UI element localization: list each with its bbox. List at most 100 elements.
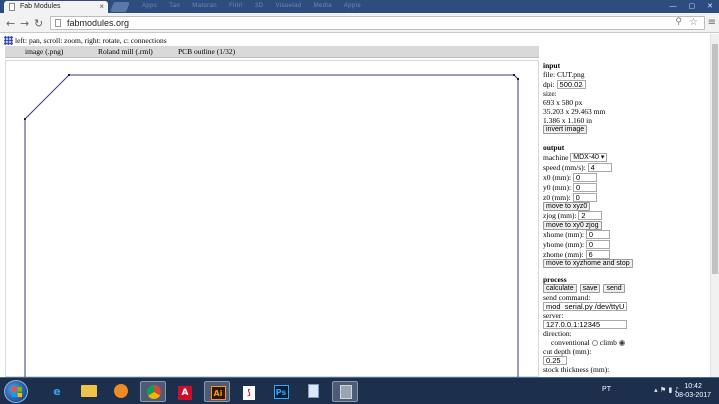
chevron-up-icon[interactable]: ▴ [654, 386, 658, 394]
dpi-input[interactable] [556, 80, 586, 89]
send-button[interactable]: send [603, 284, 625, 293]
taskbar-app-explorer[interactable] [76, 381, 102, 402]
z0-input[interactable] [572, 193, 597, 202]
new-tab-button[interactable] [110, 2, 130, 12]
toolpath-canvas[interactable] [5, 60, 539, 378]
y0-row: y0 (mm): [543, 183, 597, 193]
ghost-tab: Media [313, 3, 332, 9]
minimize-button[interactable]: — [670, 3, 677, 10]
maximize-button[interactable]: ▢ [689, 3, 696, 10]
media-player-icon [108, 381, 134, 402]
ghost-tab: 3D [254, 3, 264, 9]
page-scrollbar[interactable] [710, 34, 719, 377]
move-to-xy0-zjog-button[interactable]: move to xy0 zjog [543, 221, 602, 230]
taskbar-app-illustrator[interactable]: Ai [204, 381, 230, 402]
toolpath-svg [24, 74, 519, 378]
taskbar-app-ie[interactable]: e [44, 381, 70, 402]
zhome-input[interactable] [585, 250, 610, 259]
back-icon[interactable]: ← [6, 17, 15, 30]
reload-icon[interactable]: ↻ [34, 17, 43, 30]
network-icon[interactable]: ▮ [668, 386, 672, 394]
language-indicator[interactable]: PT [602, 386, 611, 393]
cut-depth-input[interactable] [543, 356, 567, 365]
flag-icon[interactable]: ⚑ [660, 386, 666, 394]
menu-icon[interactable]: ≡ [708, 17, 716, 28]
pdf-icon: ⟆ [236, 381, 262, 402]
calculator-icon [333, 382, 359, 403]
star-icon[interactable]: ☆ [689, 17, 698, 28]
y0-label: y0 (mm): [543, 183, 572, 192]
taskbar-app-pdf[interactable]: ⟆ [236, 381, 262, 402]
start-button[interactable] [4, 380, 28, 403]
scrollbar-thumb[interactable] [712, 44, 718, 274]
browser-tab[interactable]: Fab Modules × [4, 1, 108, 13]
browser-tabstrip: Fab Modules × Apps Tan Maturan Filtri 3D… [0, 0, 719, 13]
clock-date: 08-03-2017 [675, 392, 711, 399]
ghost-tab: Apps [142, 3, 158, 9]
taskbar-app-chrome[interactable] [140, 381, 166, 402]
x0-input[interactable] [573, 173, 597, 182]
chevron-down-icon: ▾ [600, 154, 605, 161]
machine-label: machine [543, 153, 569, 162]
hint-text: left: pan, scroll: zoom, right: rotate, … [15, 36, 167, 45]
url-text[interactable]: fabmodules.org [67, 18, 129, 28]
taskbar-app-media[interactable] [108, 381, 134, 402]
move-to-xyz0-button[interactable]: move to xyz0 [543, 202, 591, 211]
toolpath-vertex [24, 118, 26, 120]
xhome-input[interactable] [585, 230, 610, 239]
y0-input[interactable] [573, 183, 597, 192]
machine-select[interactable]: MDX-40 ▾ [570, 153, 608, 162]
server-input[interactable] [543, 320, 627, 329]
close-icon[interactable]: × [99, 2, 104, 11]
xhome-row: xhome (mm): [543, 230, 610, 240]
speed-input[interactable] [587, 163, 612, 172]
taskbar-app-acrobat[interactable]: A [172, 381, 198, 402]
zoom-icon[interactable]: ⚲ [675, 17, 682, 27]
invert-image-button[interactable]: invert image [543, 125, 588, 134]
notepad-icon [300, 381, 326, 402]
window-controls: — ▢ ✕ [660, 2, 713, 10]
toolpath-vertex [68, 74, 70, 76]
save-button[interactable]: save [579, 284, 601, 293]
zjog-row: zjog (mm): [543, 211, 603, 221]
toolpath-vertex [517, 78, 519, 80]
tab-pcb-outline[interactable]: PCB outline (1/32) [178, 47, 235, 56]
x0-label: x0 (mm): [543, 173, 572, 182]
address-bar[interactable]: fabmodules.org ⚲ ☆ [50, 16, 705, 30]
tab-image[interactable]: image (.png) [25, 47, 63, 56]
illustrator-icon: Ai [205, 382, 231, 403]
ghost-tab: Maturan [192, 3, 218, 9]
forward-icon[interactable]: → [20, 17, 29, 30]
send-command-input[interactable] [543, 302, 627, 311]
climb-radio[interactable] [618, 340, 625, 346]
xhome-label: xhome (mm): [543, 230, 585, 239]
stock-thickness-label: stock thickness (mm): [543, 365, 610, 374]
calculate-button[interactable]: calculate [543, 284, 577, 293]
conventional-radio[interactable] [591, 340, 598, 346]
ghost-tab: Visuelad [275, 3, 302, 9]
x0-row: x0 (mm): [543, 173, 597, 183]
tab-title: Fab Modules [20, 3, 61, 10]
bookmarks-ghost: Apps Tan Maturan Filtri 3D Visuelad Medi… [142, 3, 371, 9]
taskbar: e A Ai ⟆ Ps PT ▴ ⚑ ▮ ♪ 10:42 08-03-2017 [0, 377, 719, 404]
zjog-input[interactable] [578, 211, 603, 220]
yhome-input[interactable] [585, 240, 610, 249]
move-to-xyzhome-button[interactable]: move to xyzhome and stop [543, 259, 633, 268]
internet-explorer-icon: e [53, 385, 61, 398]
zhome-label: zhome (mm): [543, 250, 584, 259]
taskbar-app-calculator[interactable] [332, 381, 358, 402]
photoshop-icon: Ps [268, 381, 294, 402]
speed-label: speed (mm/s): [543, 163, 586, 172]
system-clock[interactable]: 10:42 08-03-2017 [675, 382, 711, 400]
chrome-icon [141, 382, 167, 403]
clock-time: 10:42 [684, 383, 702, 390]
climb-label: climb [599, 338, 617, 347]
close-window-button[interactable]: ✕ [707, 3, 713, 10]
taskbar-app-notepad[interactable] [300, 381, 326, 402]
taskbar-app-photoshop[interactable]: Ps [268, 381, 294, 402]
conventional-label: conventional [551, 338, 590, 347]
tab-roland-mill[interactable]: Roland mill (.rml) [98, 47, 153, 56]
dpi-label: dpi: [543, 80, 555, 89]
input-file: file: CUT.png [543, 70, 585, 79]
acrobat-icon: A [172, 381, 198, 402]
